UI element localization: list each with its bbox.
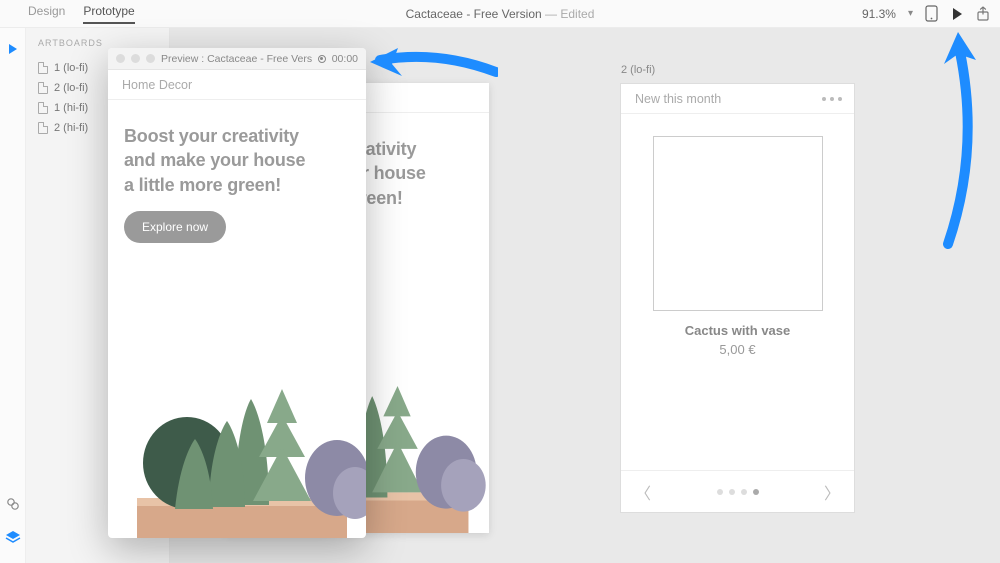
left-toolrail xyxy=(0,28,26,563)
card2-header-text: New this month xyxy=(635,92,721,106)
prev-chevron-icon[interactable]: 〈 xyxy=(635,480,651,504)
next-chevron-icon[interactable]: 〉 xyxy=(824,480,840,504)
artboard-label: 2 (lo-fi) xyxy=(621,64,655,76)
product-name: Cactus with vase xyxy=(621,323,854,338)
artboard-icon xyxy=(38,122,48,134)
record-icon[interactable] xyxy=(318,55,326,63)
play-preview-icon[interactable] xyxy=(950,7,964,21)
sidebar-item-label: 1 (hi-fi) xyxy=(54,102,88,114)
carousel-dots[interactable] xyxy=(717,489,759,495)
product-price: 5,00 € xyxy=(621,342,854,357)
sidebar-item-label: 1 (lo-fi) xyxy=(54,62,88,74)
window-dot-close-icon[interactable] xyxy=(116,54,125,63)
artboard-icon xyxy=(38,102,48,114)
preview-title: Preview : Cactaceae - Free Versior xyxy=(161,53,312,65)
window-dot-min-icon[interactable] xyxy=(131,54,140,63)
window-dot-max-icon[interactable] xyxy=(146,54,155,63)
preview-time: 00:00 xyxy=(332,53,358,65)
top-toolbar: Design Prototype Cactaceae - Free Versio… xyxy=(0,0,1000,28)
carousel-footer: 〈 〉 xyxy=(621,470,854,512)
preview-titlebar[interactable]: Preview : Cactaceae - Free Versior 00:00 xyxy=(108,48,366,70)
plugins-icon[interactable] xyxy=(6,497,20,516)
image-placeholder xyxy=(653,136,823,311)
cta-button[interactable]: Explore now xyxy=(124,211,226,243)
share-icon[interactable] xyxy=(976,6,990,21)
zoom-level[interactable]: 91.3% xyxy=(862,7,896,21)
breadcrumb-text: Home Decor xyxy=(122,78,192,92)
sidebar-header: ARTBOARDS xyxy=(38,38,157,48)
doc-edited-suffix: — Edited xyxy=(542,7,595,21)
document-title: Cactaceae - Free Version — Edited xyxy=(406,7,595,21)
preview-window[interactable]: Preview : Cactaceae - Free Versior 00:00… xyxy=(108,48,366,538)
zoom-chevron-icon[interactable]: ▾ xyxy=(908,8,913,19)
sidebar-item-label: 2 (hi-fi) xyxy=(54,122,88,134)
annotation-arrow-left xyxy=(368,42,498,82)
more-icon[interactable] xyxy=(822,97,842,101)
hero-image xyxy=(108,323,366,538)
tab-prototype[interactable]: Prototype xyxy=(83,4,134,24)
artboard-2-lofi[interactable]: 2 (lo-fi) New this month Cactus with vas… xyxy=(620,83,855,513)
tab-design[interactable]: Design xyxy=(28,4,65,24)
mobile-preview-icon[interactable] xyxy=(925,5,938,22)
artboard-icon xyxy=(38,62,48,74)
doc-title-text: Cactaceae - Free Version xyxy=(406,7,542,21)
play-arrow-icon[interactable] xyxy=(7,42,19,58)
artboard-icon xyxy=(38,82,48,94)
annotation-arrow-right xyxy=(930,30,986,250)
layers-icon[interactable] xyxy=(5,530,21,549)
sidebar-item-label: 2 (lo-fi) xyxy=(54,82,88,94)
headline-text: Boost your creativity and make your hous… xyxy=(108,100,366,211)
